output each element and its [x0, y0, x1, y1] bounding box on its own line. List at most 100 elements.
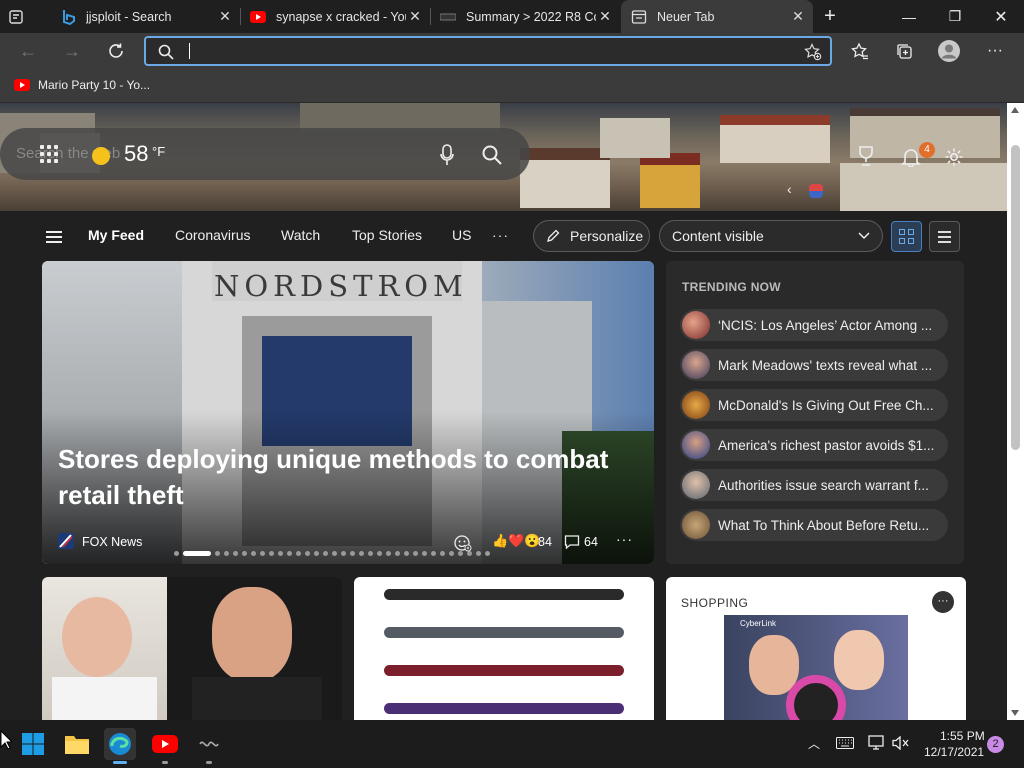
carousel-dot[interactable] [242, 551, 247, 556]
comment-icon[interactable] [564, 534, 580, 550]
main-story-headline[interactable]: Stores deploying unique methods to comba… [58, 441, 648, 513]
carousel-dot[interactable] [332, 551, 337, 556]
chevron-left-icon[interactable]: ‹ [787, 181, 792, 197]
bell-icon[interactable] [901, 147, 921, 167]
carousel-dot[interactable] [341, 551, 346, 556]
carousel-dot[interactable] [323, 551, 328, 556]
close-window-button[interactable]: ✕ [978, 0, 1024, 33]
carousel-dot[interactable] [359, 551, 364, 556]
story-source[interactable]: FOX News [82, 535, 142, 549]
grid-view-button[interactable] [891, 221, 922, 252]
carousel-dot[interactable] [251, 551, 256, 556]
forward-button[interactable]: → [58, 37, 86, 65]
news-card[interactable] [42, 577, 342, 720]
carousel-dot-active[interactable] [183, 551, 211, 556]
start-button[interactable] [17, 728, 49, 760]
carousel-dot[interactable] [422, 551, 427, 556]
favorites-button[interactable] [846, 37, 874, 65]
trending-item[interactable]: McDonald's Is Giving Out Free Ch... [680, 389, 948, 421]
settings-and-more-button[interactable]: ··· [981, 37, 1009, 65]
refresh-button[interactable] [102, 37, 130, 65]
carousel-dot[interactable] [215, 551, 220, 556]
carousel-dot[interactable] [404, 551, 409, 556]
address-bar[interactable] [144, 36, 832, 66]
carousel-dot[interactable] [476, 551, 481, 556]
add-favorite-icon[interactable] [804, 43, 822, 61]
gear-icon[interactable] [944, 147, 964, 167]
tab-jjsploit[interactable]: jjsploit - Search ✕ [50, 0, 240, 33]
trending-item[interactable]: What To Think About Before Retu... [680, 509, 948, 541]
carousel-dot[interactable] [296, 551, 301, 556]
volume-muted-icon[interactable] [892, 736, 910, 750]
file-explorer-button[interactable] [61, 728, 93, 760]
nav-my-feed[interactable]: My Feed [88, 227, 144, 243]
temperature-value[interactable]: 58 [124, 141, 148, 167]
more-options-icon[interactable]: ··· [932, 591, 954, 613]
carousel-dot[interactable] [287, 551, 292, 556]
page-scrollbar[interactable] [1007, 103, 1024, 720]
carousel-dot[interactable] [305, 551, 310, 556]
youtube-taskbar-button[interactable] [149, 728, 181, 764]
more-options-icon[interactable]: ··· [616, 531, 633, 547]
carousel-dot[interactable] [269, 551, 274, 556]
carousel-dot[interactable] [440, 551, 445, 556]
add-reaction-icon[interactable] [454, 534, 472, 552]
carousel-dot[interactable] [233, 551, 238, 556]
carousel-dot[interactable] [350, 551, 355, 556]
nav-us[interactable]: US [452, 227, 471, 243]
back-button[interactable]: ← [14, 37, 42, 65]
scroll-up-icon[interactable] [1011, 107, 1019, 113]
carousel-dot[interactable] [260, 551, 265, 556]
profile-button[interactable] [935, 37, 963, 65]
carousel-dot[interactable] [224, 551, 229, 556]
carousel-dot[interactable] [386, 551, 391, 556]
keyboard-icon[interactable] [836, 737, 854, 749]
ad-card[interactable] [354, 577, 654, 720]
personalize-button[interactable]: Personalize [533, 220, 650, 252]
app-taskbar-button[interactable] [193, 728, 225, 764]
apps-icon[interactable] [40, 145, 60, 163]
tab-synapse[interactable]: synapse x cracked - You ✕ [240, 0, 430, 33]
clock-time[interactable]: 1:55 PM [940, 729, 985, 743]
trending-item[interactable]: ‘NCIS: Los Angeles’ Actor Among ... [680, 309, 948, 341]
web-search-box[interactable]: Search the web 58 °F [0, 128, 530, 180]
chevron-up-icon[interactable]: ︿ [808, 735, 820, 752]
trending-item[interactable]: Mark Meadows' texts reveal what ... [680, 349, 948, 381]
restore-button[interactable]: ❐ [932, 0, 978, 33]
new-tab-button[interactable]: + [808, 0, 852, 33]
search-icon[interactable] [482, 145, 502, 165]
carousel-dot[interactable] [368, 551, 373, 556]
nav-more-button[interactable]: ··· [492, 227, 509, 243]
nav-watch[interactable]: Watch [281, 227, 320, 243]
notification-center-badge[interactable]: 2 [987, 736, 1004, 753]
scroll-down-icon[interactable] [1011, 710, 1019, 716]
clock-date[interactable]: 12/17/2021 [924, 745, 984, 759]
edge-taskbar-button[interactable] [104, 728, 136, 764]
close-tab-icon[interactable]: ✕ [218, 9, 232, 23]
tab-summary[interactable]: Summary > 2022 R8 Co ✕ [430, 0, 620, 33]
close-tab-icon[interactable]: ✕ [408, 9, 422, 23]
nav-top-stories[interactable]: Top Stories [352, 227, 422, 243]
favorite-link[interactable]: Mario Party 10 - Yo... [14, 78, 150, 92]
carousel-dot[interactable] [413, 551, 418, 556]
carousel-dot[interactable] [485, 551, 490, 556]
close-tab-icon[interactable]: ✕ [598, 9, 612, 23]
network-icon[interactable] [868, 735, 886, 751]
trending-item[interactable]: America's richest pastor avoids $1... [680, 429, 948, 461]
carousel-dot[interactable] [377, 551, 382, 556]
carousel-dot[interactable] [174, 551, 179, 556]
close-tab-icon[interactable]: ✕ [791, 9, 805, 23]
hamburger-menu-icon[interactable] [46, 231, 62, 243]
content-visibility-dropdown[interactable]: Content visible [659, 220, 883, 252]
nav-coronavirus[interactable]: Coronavirus [175, 227, 250, 243]
tab-actions-button[interactable] [8, 0, 38, 33]
image-info-icon[interactable] [809, 184, 823, 198]
tab-new-tab[interactable]: Neuer Tab ✕ [621, 0, 813, 33]
scrollbar-thumb[interactable] [1011, 145, 1020, 450]
carousel-dot[interactable] [314, 551, 319, 556]
carousel-dot[interactable] [395, 551, 400, 556]
minimize-button[interactable]: — [886, 0, 932, 33]
collections-button[interactable] [890, 37, 918, 65]
trending-item[interactable]: Authorities issue search warrant f... [680, 469, 948, 501]
list-view-button[interactable] [929, 221, 960, 252]
